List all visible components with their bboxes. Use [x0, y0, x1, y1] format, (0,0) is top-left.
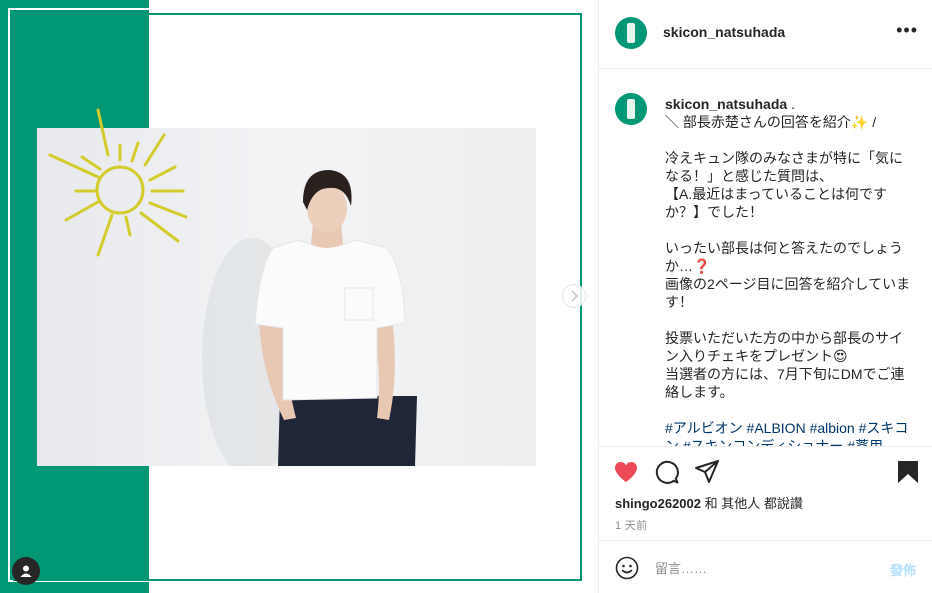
header-username[interactable]: skicon_natsuhada	[663, 24, 785, 40]
next-image-button[interactable]	[562, 284, 586, 308]
comment-input[interactable]	[655, 557, 865, 579]
caption-hashtags[interactable]: #アルビオン #ALBION #albion #スキコン #スキンコンディショナ…	[665, 420, 908, 446]
user-tag-icon	[20, 565, 32, 577]
sun-illustration	[48, 108, 188, 257]
user-tag-button[interactable]	[12, 557, 40, 585]
action-bar	[599, 446, 932, 494]
post-header: skicon_natsuhada •••	[599, 0, 932, 69]
chevron-right-icon	[571, 290, 579, 302]
more-icon[interactable]: •••	[896, 20, 918, 41]
emoji-icon[interactable]	[615, 556, 639, 580]
caption-body: . ＼ 部長赤楚さんの回答を紹介✨ / 冷えキュン隊のみなさまが特に「気になる！…	[665, 96, 911, 400]
likes-summary: shingo262002 和 其他人 都說讚	[615, 493, 803, 512]
liker-username[interactable]: shingo262002	[615, 496, 701, 511]
share-icon[interactable]	[694, 459, 720, 485]
avatar[interactable]	[615, 17, 647, 49]
post-date[interactable]: 1 天前	[615, 517, 647, 533]
comment-bar: 發佈	[599, 540, 932, 593]
post-comment-button[interactable]: 發佈	[890, 560, 916, 579]
caption-text: skicon_natsuhada . ＼ 部長赤楚さんの回答を紹介✨ / 冷えキ…	[665, 95, 913, 446]
caption-username[interactable]: skicon_natsuhada	[665, 96, 787, 112]
caption: skicon_natsuhada . ＼ 部長赤楚さんの回答を紹介✨ / 冷えキ…	[599, 70, 932, 446]
likes-rest[interactable]: 和 其他人 都說讚	[701, 496, 803, 511]
post-media	[0, 0, 598, 593]
comment-icon[interactable]	[654, 459, 680, 485]
caption-avatar[interactable]	[615, 93, 647, 125]
post-sidebar: skicon_natsuhada ••• skicon_natsuhada . …	[598, 0, 932, 593]
bookmark-icon[interactable]	[895, 459, 921, 485]
heart-icon[interactable]	[613, 459, 639, 485]
